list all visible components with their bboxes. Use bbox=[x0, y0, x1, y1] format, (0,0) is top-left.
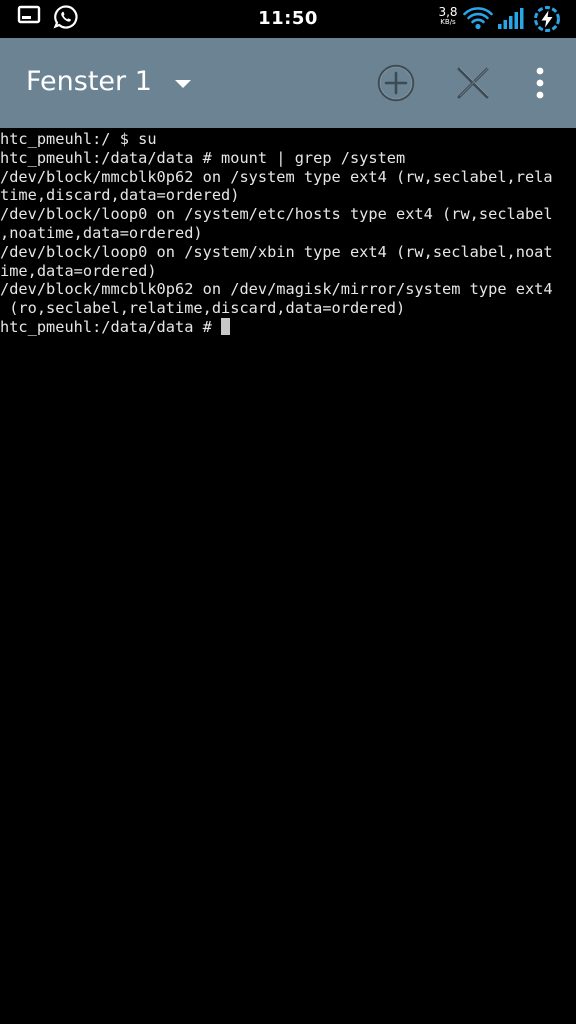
wifi-icon bbox=[463, 5, 493, 35]
terminal-line: htc_pmeuhl:/data/data # mount | grep /sy… bbox=[0, 148, 406, 167]
terminal-prompt-line: htc_pmeuhl:/data/data # bbox=[0, 317, 576, 337]
terminal-line: htc_pmeuhl:/ $ su bbox=[0, 130, 157, 148]
close-icon bbox=[457, 67, 489, 99]
terminal-app-screen: 11:50 3,8 KB/s Fenster 1 htc_pmeuhl:/ $ … bbox=[0, 0, 576, 1024]
network-speed-indicator: 3,8 KB/s bbox=[434, 6, 462, 26]
terminal-view[interactable]: htc_pmeuhl:/ $ su htc_pmeuhl:/data/data #… bbox=[0, 130, 576, 1024]
terminal-line: time,discard,data=ordered) bbox=[0, 186, 240, 205]
terminal-line: (ro,seclabel,relatime,discard,data=order… bbox=[0, 299, 406, 318]
new-window-button[interactable] bbox=[374, 61, 418, 105]
add-circle-icon bbox=[377, 64, 415, 102]
status-bar: 11:50 3,8 KB/s bbox=[0, 0, 576, 38]
overflow-menu-button[interactable] bbox=[526, 61, 554, 105]
terminal-prompt: htc_pmeuhl:/data/data # bbox=[0, 317, 222, 336]
terminal-cursor[interactable] bbox=[221, 317, 231, 335]
terminal-line: /dev/block/mmcblk0p62 on /dev/magisk/mir… bbox=[0, 280, 553, 299]
network-speed-unit: KB/s bbox=[440, 18, 456, 26]
terminal-line: /dev/block/loop0 on /system/xbin type ex… bbox=[0, 242, 553, 261]
dropdown-arrow-icon[interactable] bbox=[173, 77, 193, 95]
terminal-line: /dev/block/loop0 on /system/etc/hosts ty… bbox=[0, 205, 553, 224]
battery-charging-icon bbox=[533, 5, 561, 37]
signal-icon bbox=[497, 7, 525, 35]
terminal-line: ime,data=ordered) bbox=[0, 261, 157, 280]
window-title[interactable]: Fenster 1 bbox=[26, 66, 152, 97]
terminal-line: ,noatime,data=ordered) bbox=[0, 223, 203, 242]
network-speed-value: 3,8 bbox=[438, 5, 458, 19]
action-bar: Fenster 1 bbox=[0, 38, 576, 128]
close-window-button[interactable] bbox=[451, 61, 495, 105]
terminal-output: htc_pmeuhl:/ $ su htc_pmeuhl:/data/data #… bbox=[0, 130, 576, 337]
overflow-menu-icon bbox=[536, 67, 544, 99]
terminal-line: /dev/block/mmcblk0p62 on /system type ex… bbox=[0, 167, 553, 186]
